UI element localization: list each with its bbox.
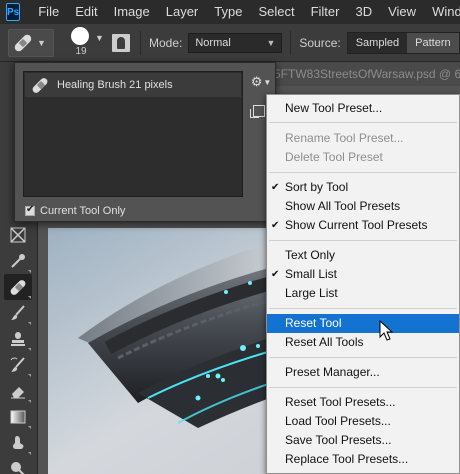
smudge-tool-icon[interactable] xyxy=(4,430,32,456)
tool-preset-panel: Healing Brush 21 pixels ⚙▼ Current Tool … xyxy=(14,62,276,222)
healing-brush-icon xyxy=(13,32,33,53)
chevron-down-icon: ▼ xyxy=(95,32,104,43)
healing-brush-tool-icon[interactable] xyxy=(4,274,32,300)
source-pattern-button[interactable]: Pattern xyxy=(407,32,459,53)
brush-tip-icon xyxy=(71,26,89,45)
menu-item-show-current-tool-presets[interactable]: ✔ Show Current Tool Presets xyxy=(267,216,459,235)
menu-item-label: Show Current Tool Presets xyxy=(285,218,428,232)
current-tool-only-label: Current Tool Only xyxy=(40,205,126,217)
more-tools-indicator xyxy=(28,426,31,429)
checkbox-checked[interactable] xyxy=(25,204,35,216)
brush-size: 19 xyxy=(75,45,87,57)
menu-layer[interactable]: Layer xyxy=(158,0,207,24)
checkmark-icon: ✔ xyxy=(271,182,280,193)
menu-type[interactable]: Type xyxy=(206,0,250,24)
source-toggle: Sampled Pattern xyxy=(346,31,460,54)
tool-preset-picker[interactable]: ▼ xyxy=(8,28,54,57)
more-tools-indicator xyxy=(28,452,31,455)
more-tools-indicator xyxy=(28,374,31,377)
mode-value: Normal xyxy=(195,36,231,49)
source-label: Source: xyxy=(299,35,341,50)
tool-preset-list: Healing Brush 21 pixels xyxy=(23,71,243,197)
slice-tool-icon[interactable] xyxy=(4,222,32,248)
menu-window[interactable]: Window xyxy=(424,0,460,24)
menu-item-sort-by-tool[interactable]: ✔ Sort by Tool xyxy=(267,178,459,197)
tool-preset-label: Healing Brush 21 pixels xyxy=(57,79,173,91)
eyedropper-tool-icon[interactable] xyxy=(4,248,32,274)
healing-brush-icon xyxy=(31,76,49,94)
menu-item-reset-all-tools[interactable]: Reset All Tools xyxy=(267,333,459,352)
checkmark-icon: ✔ xyxy=(271,269,280,280)
menu-item-load-tool-presets[interactable]: Load Tool Presets... xyxy=(267,412,459,431)
chevron-down-icon: ▼ xyxy=(266,37,276,48)
menu-separator xyxy=(269,357,457,358)
menu-item-save-tool-presets[interactable]: Save Tool Presets... xyxy=(267,431,459,450)
menu-3d[interactable]: 3D xyxy=(347,0,380,24)
menu-item-delete-tool-preset: Delete Tool Preset xyxy=(285,150,383,164)
menu-item-small-list[interactable]: ✔ Small List xyxy=(267,265,459,284)
brush-tool-icon[interactable] xyxy=(4,300,32,326)
menu-item-replace-tool-presets[interactable]: Replace Tool Presets... xyxy=(267,450,459,469)
source-sampled-button[interactable]: Sampled xyxy=(347,32,408,53)
more-tools-indicator xyxy=(28,270,31,273)
bandage-icon xyxy=(9,278,27,296)
chevron-down-icon: ▼ xyxy=(37,37,46,48)
menu-item-large-list[interactable]: Large List xyxy=(267,284,459,303)
mode-select[interactable]: Normal ▼ xyxy=(188,32,283,53)
menu-edit[interactable]: Edit xyxy=(67,0,105,24)
menu-image[interactable]: Image xyxy=(106,0,158,24)
current-tool-only-checkbox[interactable]: Current Tool Only xyxy=(25,204,126,217)
dodge-tool-icon[interactable] xyxy=(4,456,32,474)
divider xyxy=(140,30,141,55)
menu-filter[interactable]: Filter xyxy=(303,0,348,24)
menu-item-text-only[interactable]: Text Only xyxy=(267,246,459,265)
menu-item-label: Small List xyxy=(285,267,338,281)
more-tools-indicator xyxy=(28,322,31,325)
divider xyxy=(290,30,292,55)
more-tools-indicator xyxy=(28,348,31,351)
menu-item-label: Sort by Tool xyxy=(285,180,349,194)
options-bar: ▼ 19 ▼ Mode: Normal ▼ Source: Sampled Pa… xyxy=(0,24,460,62)
menu-item-rename-tool-preset: Rename Tool Preset... xyxy=(285,131,404,145)
history-brush-tool-icon[interactable] xyxy=(4,352,32,378)
preset-options-menu: New Tool Preset... Rename Tool Preset...… xyxy=(266,94,460,474)
more-tools-indicator xyxy=(28,296,31,299)
menu-separator xyxy=(269,172,457,173)
brush-preset-picker[interactable]: 19 ▼ xyxy=(66,25,104,61)
menu-item-reset-tool[interactable]: Reset Tool xyxy=(267,314,459,333)
mouse-cursor-icon xyxy=(379,320,394,341)
menu-separator xyxy=(269,240,457,241)
menu-item-preset-manager[interactable]: Preset Manager... xyxy=(267,363,459,382)
eraser-tool-icon[interactable] xyxy=(4,378,32,404)
clone-source-icon[interactable] xyxy=(110,31,132,54)
more-tools-indicator xyxy=(28,400,31,403)
photoshop-logo[interactable]: Ps xyxy=(6,3,21,21)
checkmark-icon: ✔ xyxy=(271,220,280,231)
menu-view[interactable]: View xyxy=(380,0,424,24)
menu-separator xyxy=(269,122,457,123)
menu-select[interactable]: Select xyxy=(250,0,302,24)
new-preset-icon[interactable] xyxy=(250,105,265,118)
mode-label: Mode: xyxy=(149,35,183,50)
gear-icon[interactable]: ⚙ ▼ xyxy=(251,73,272,91)
clone-stamp-tool-icon[interactable] xyxy=(4,326,32,352)
menu-item-show-all-tool-presets[interactable]: Show All Tool Presets xyxy=(267,197,459,216)
menu-bar: Ps File Edit Image Layer Type Select Fil… xyxy=(0,0,460,24)
menu-item-new-tool-preset[interactable]: New Tool Preset... xyxy=(267,99,459,118)
document-tab[interactable]: 5FTW83StreetsOfWarsaw.psd @ 63% xyxy=(268,62,460,86)
menu-item-reset-tool-presets[interactable]: Reset Tool Presets... xyxy=(267,393,459,412)
menu-separator xyxy=(269,387,457,388)
menu-separator xyxy=(269,308,457,309)
tool-preset-item[interactable]: Healing Brush 21 pixels xyxy=(25,73,241,97)
gradient-tool-icon[interactable] xyxy=(4,404,32,430)
menu-file[interactable]: File xyxy=(30,0,67,24)
